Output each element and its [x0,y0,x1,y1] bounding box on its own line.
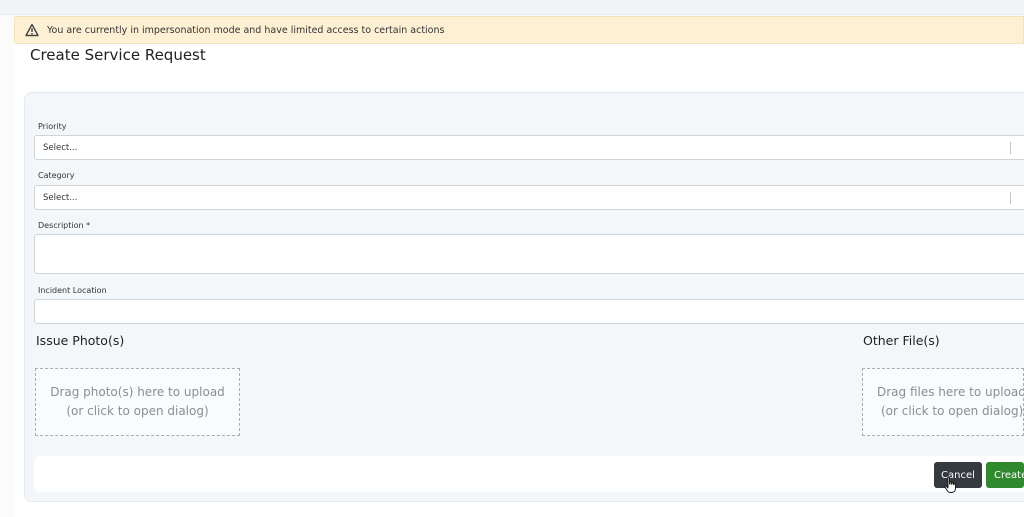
priority-label: Priority [38,122,67,131]
page: You are currently in impersonation mode … [0,0,1024,517]
top-bar [0,0,1024,15]
incident-location-input[interactable] [34,299,1024,324]
incident-location-label: Incident Location [38,286,107,295]
form-footer [34,456,1024,492]
other-files-dropzone[interactable]: Drag files here to upload (or click to o… [862,368,1024,436]
category-select-value: Select... [43,192,78,203]
dropzone-line2: (or click to open dialog) [881,404,1024,418]
hand-pointer-icon [944,476,958,494]
priority-select-value: Select... [43,142,78,153]
dropzone-line1: Drag photo(s) here to upload [50,385,225,399]
issue-photos-heading: Issue Photo(s) [36,333,125,348]
priority-select[interactable]: Select... [34,135,1024,160]
description-textarea[interactable] [34,234,1024,274]
page-title: Create Service Request [30,46,206,64]
alert-message: You are currently in impersonation mode … [47,24,445,36]
category-label: Category [38,171,75,180]
impersonation-alert: You are currently in impersonation mode … [14,16,1024,44]
cancel-button[interactable]: Cancel [934,462,982,488]
category-select[interactable]: Select... [34,185,1024,210]
select-separator [1010,192,1011,204]
description-label: Description * [38,221,91,230]
dropzone-line1: Drag files here to upload [877,385,1024,399]
select-separator [1010,142,1011,154]
other-files-heading: Other File(s) [863,333,940,348]
create-button[interactable]: Create [986,462,1024,488]
dropzone-line2: (or click to open dialog) [66,404,209,418]
warning-triangle-icon [25,23,39,37]
issue-photos-dropzone[interactable]: Drag photo(s) here to upload (or click t… [35,368,240,436]
